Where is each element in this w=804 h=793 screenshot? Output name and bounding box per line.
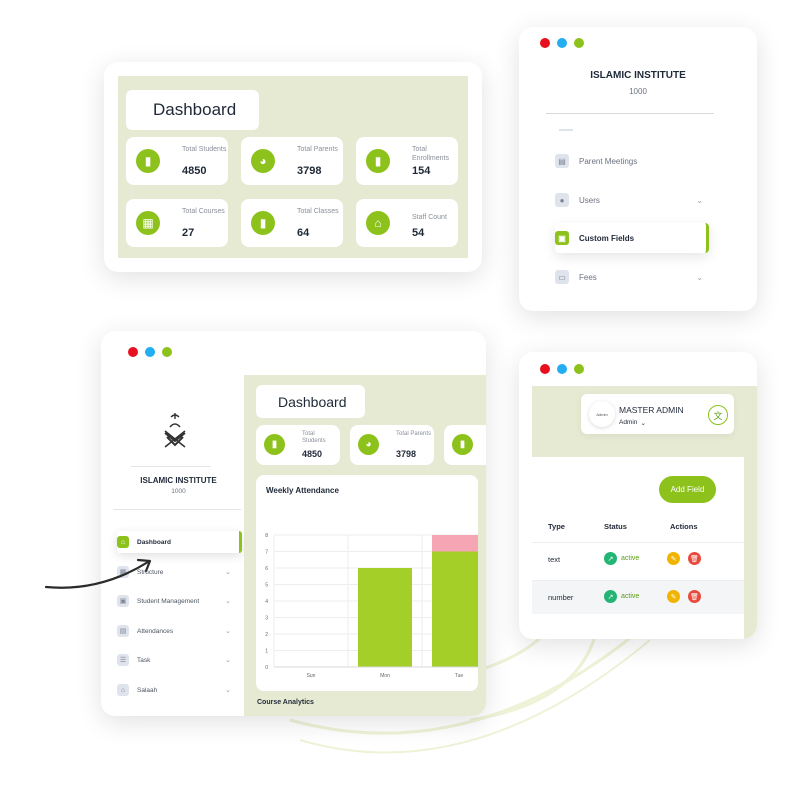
pointer-arrow-icon [44,558,152,589]
